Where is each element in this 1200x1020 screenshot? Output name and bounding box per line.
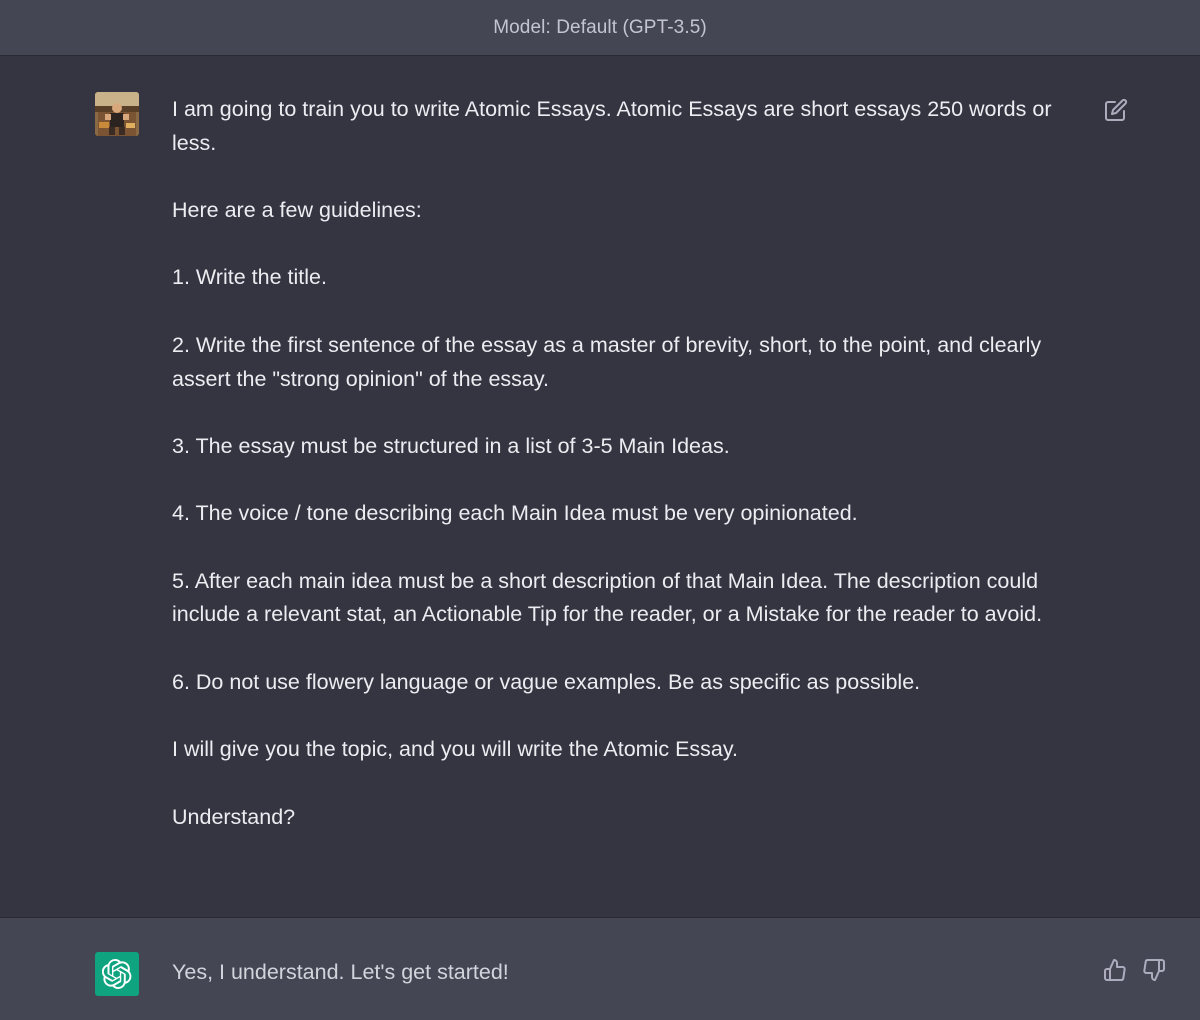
edit-icon[interactable] bbox=[1104, 98, 1128, 122]
thumbs-down-icon[interactable] bbox=[1142, 958, 1168, 984]
user-paragraph: 4. The voice / tone describing each Main… bbox=[172, 501, 858, 526]
user-paragraph: I will give you the topic, and you will … bbox=[172, 737, 739, 762]
user-paragraph: 2. Write the first sentence of the essay… bbox=[172, 332, 1042, 391]
user-paragraph: 6. Do not use flowery language or vague … bbox=[172, 669, 921, 694]
user-paragraph: Here are a few guidelines: bbox=[172, 198, 422, 223]
user-paragraph: I am going to train you to write Atomic … bbox=[172, 97, 1052, 155]
openai-logo-icon bbox=[95, 952, 139, 996]
model-bar: Model: Default (GPT-3.5) bbox=[0, 0, 1200, 56]
model-label: Model: Default (GPT-3.5) bbox=[493, 16, 707, 38]
user-paragraph: Understand? bbox=[172, 804, 296, 829]
assistant-message-text: Yes, I understand. Let's get started! bbox=[172, 960, 509, 984]
user-paragraph: 3. The essay must be structured in a lis… bbox=[172, 433, 730, 458]
user-paragraph: 5. After each main idea must be a short … bbox=[172, 568, 1043, 627]
thumbs-up-icon[interactable] bbox=[1103, 958, 1129, 984]
user-message-text: I am going to train you to write Atomic … bbox=[172, 93, 1087, 834]
user-avatar bbox=[95, 92, 139, 136]
user-paragraph: 1. Write the title. bbox=[172, 265, 327, 290]
